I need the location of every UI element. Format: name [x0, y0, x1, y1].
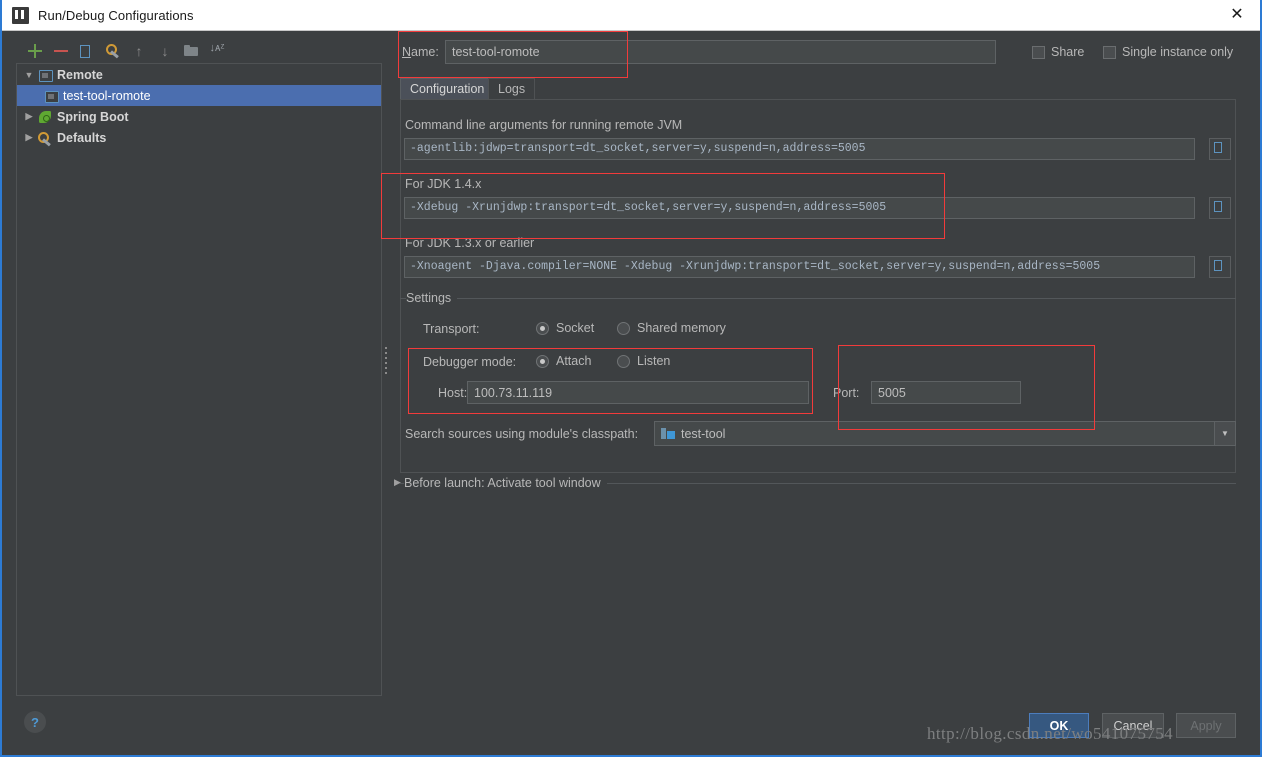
jdk14-field[interactable]: -Xdebug -Xrunjdwp:transport=dt_socket,se…: [404, 197, 1195, 219]
chevron-down-icon[interactable]: ▼: [1214, 422, 1235, 445]
tab-logs[interactable]: Logs: [488, 78, 535, 99]
tree-item-test-tool-romote[interactable]: test-tool-romote: [17, 85, 381, 106]
debugger-mode-label: Debugger mode:: [423, 355, 516, 369]
single-instance-label: Single instance only: [1122, 45, 1233, 59]
host-label: Host:: [438, 386, 467, 400]
name-input[interactable]: [445, 40, 996, 64]
name-label: Name:: [402, 45, 439, 59]
module-classpath-combo[interactable]: test-tool ▼: [654, 421, 1236, 446]
apply-button: Apply: [1176, 713, 1236, 738]
dialog-title: Run/Debug Configurations: [38, 8, 194, 23]
jdk14-label: For JDK 1.4.x: [405, 177, 481, 191]
radio-label: Socket: [556, 321, 594, 335]
jdk13-field[interactable]: -Xnoagent -Djava.compiler=NONE -Xdebug -…: [404, 256, 1195, 278]
help-button[interactable]: ?: [24, 711, 46, 733]
radio-transport-socket[interactable]: Socket: [536, 321, 594, 335]
close-icon[interactable]: ✕: [1214, 0, 1260, 30]
tree-item-label: Remote: [57, 68, 103, 82]
settings-divider: [400, 298, 1236, 299]
checkbox-box: [1032, 46, 1045, 59]
module-classpath-value: test-tool: [681, 427, 725, 441]
share-label: Share: [1051, 45, 1084, 59]
remote-icon: [43, 88, 59, 104]
folder-icon[interactable]: [183, 43, 199, 59]
intellij-idea-icon: [12, 7, 29, 24]
run-debug-configurations-dialog: Run/Debug Configurations ✕ ↑ ↓ ↓ᴀᶻ ▼ Rem…: [0, 0, 1262, 757]
configurations-toolbar: ↑ ↓ ↓ᴀᶻ: [16, 38, 382, 63]
radio-debugger-attach[interactable]: Attach: [536, 354, 591, 368]
chevron-right-icon[interactable]: ▶: [21, 111, 37, 122]
radio-dot: [617, 322, 630, 335]
copy-to-clipboard-icon[interactable]: [1209, 197, 1231, 219]
tree-item-label: test-tool-romote: [63, 89, 151, 103]
cancel-button[interactable]: Cancel: [1102, 713, 1164, 738]
ok-button[interactable]: OK: [1029, 713, 1089, 738]
wrench-icon[interactable]: [105, 43, 121, 59]
copy-to-clipboard-icon[interactable]: [1209, 138, 1231, 160]
plus-icon[interactable]: [27, 43, 43, 59]
radio-debugger-listen[interactable]: Listen: [617, 354, 670, 368]
copy-to-clipboard-icon[interactable]: [1209, 256, 1231, 278]
configurations-panel: ↑ ↓ ↓ᴀᶻ ▼ Remote test-tool-romote ▶ Spri…: [16, 38, 382, 696]
configurations-tree: ▼ Remote test-tool-romote ▶ Spring Boot …: [16, 63, 382, 696]
arrow-down-icon[interactable]: ↓: [157, 43, 173, 59]
panel-splitter[interactable]: [382, 340, 389, 380]
chevron-right-icon[interactable]: ▶: [394, 477, 401, 488]
radio-label: Listen: [637, 354, 670, 368]
copy-icon[interactable]: [79, 43, 95, 59]
minus-icon[interactable]: [53, 43, 69, 59]
tree-item-spring-boot[interactable]: ▶ Spring Boot: [17, 106, 381, 127]
sort-alpha-icon[interactable]: ↓ᴀᶻ: [209, 43, 225, 59]
chevron-down-icon[interactable]: ▼: [21, 70, 37, 80]
tab-configuration[interactable]: Configuration: [400, 78, 494, 99]
wrench-icon: [37, 130, 53, 146]
settings-label: Settings: [406, 291, 457, 305]
jdk13-label: For JDK 1.3.x or earlier: [405, 236, 534, 250]
tree-item-remote[interactable]: ▼ Remote: [17, 64, 381, 85]
tab-bar: Configuration Logs: [400, 78, 1236, 100]
tree-item-label: Spring Boot: [57, 110, 129, 124]
module-icon: [661, 427, 675, 440]
spring-boot-icon: [37, 109, 53, 125]
radio-dot: [536, 322, 549, 335]
before-launch-label[interactable]: Before launch: Activate tool window: [404, 476, 607, 490]
remote-icon: [37, 67, 53, 83]
radio-dot: [617, 355, 630, 368]
share-checkbox[interactable]: Share: [1032, 45, 1084, 59]
checkbox-box: [1103, 46, 1116, 59]
cmdline-field[interactable]: -agentlib:jdwp=transport=dt_socket,serve…: [404, 138, 1195, 160]
port-input[interactable]: [871, 381, 1021, 404]
port-label: Port:: [833, 386, 859, 400]
radio-label: Shared memory: [637, 321, 726, 335]
classpath-label: Search sources using module's classpath:: [405, 427, 638, 441]
host-input[interactable]: [467, 381, 809, 404]
title-bar: Run/Debug Configurations ✕: [2, 0, 1260, 31]
arrow-up-icon[interactable]: ↑: [131, 43, 147, 59]
tree-item-label: Defaults: [57, 131, 106, 145]
radio-dot: [536, 355, 549, 368]
chevron-right-icon[interactable]: ▶: [21, 132, 37, 143]
radio-label: Attach: [556, 354, 591, 368]
transport-label: Transport:: [423, 322, 480, 336]
single-instance-checkbox[interactable]: Single instance only: [1103, 45, 1233, 59]
radio-transport-shared-memory[interactable]: Shared memory: [617, 321, 726, 335]
tree-item-defaults[interactable]: ▶ Defaults: [17, 127, 381, 148]
cmdline-label: Command line arguments for running remot…: [405, 118, 682, 132]
